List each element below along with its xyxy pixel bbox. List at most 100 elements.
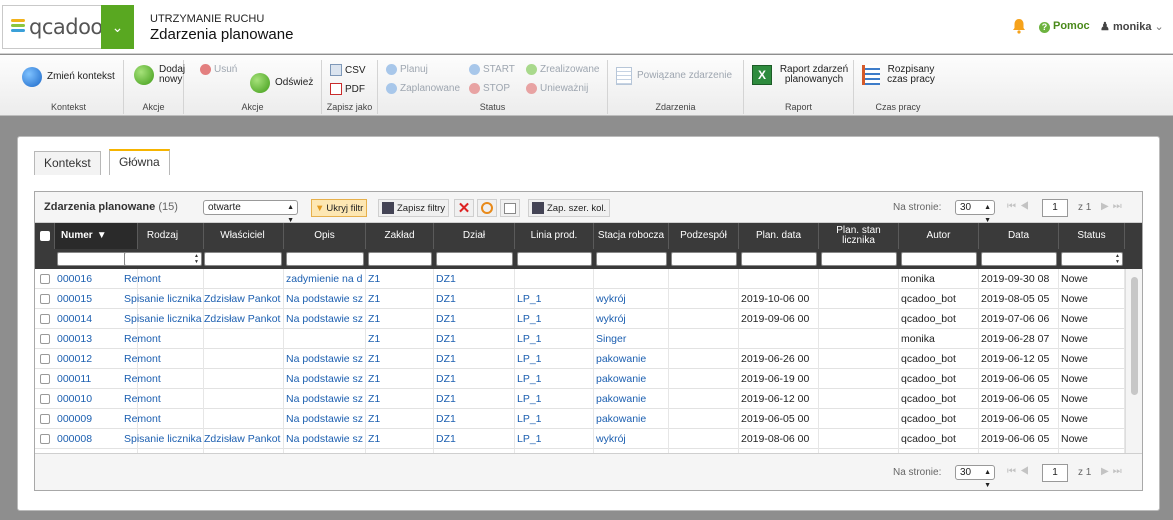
cell-dzial[interactable]: DZ1 bbox=[434, 309, 515, 329]
user-menu[interactable]: ♟ monika ⌄ bbox=[1100, 20, 1164, 33]
next-last-page-icons[interactable]: ▶⏭ bbox=[1101, 201, 1126, 212]
filter-input-zaklad[interactable] bbox=[368, 252, 432, 266]
cell-rodzaj[interactable]: Remont bbox=[122, 369, 204, 389]
cell-stacja-robocza[interactable]: wykrój bbox=[594, 289, 669, 309]
vertical-scrollbar[interactable] bbox=[1125, 269, 1142, 453]
cell-wlasciciel[interactable]: Zdzisław Pankot bbox=[202, 289, 284, 309]
cell-opis[interactable]: Na podstawie sz bbox=[284, 409, 366, 429]
cell-linia-prod[interactable]: LP_1 bbox=[515, 409, 594, 429]
cell-rodzaj[interactable]: Remont bbox=[122, 389, 204, 409]
report-button[interactable]: X Raport zdarzeń planowanych bbox=[752, 65, 850, 85]
stop-button[interactable]: STOP bbox=[469, 83, 510, 94]
add-new-button[interactable]: Dodaj nowy bbox=[134, 65, 187, 85]
row-checkbox[interactable] bbox=[40, 394, 50, 404]
cell-opis[interactable]: Na podstawie sz bbox=[284, 349, 366, 369]
cell-linia-prod[interactable]: LP_1 bbox=[515, 349, 594, 369]
cell-stacja-robocza[interactable]: pakowanie bbox=[594, 389, 669, 409]
column-header-plan-data[interactable]: Plan. data bbox=[739, 223, 819, 249]
cell-dzial[interactable]: DZ1 bbox=[434, 429, 515, 449]
state-filter-select[interactable]: otwarte ▲ ▼ bbox=[203, 200, 298, 224]
cell-dzial[interactable]: DZ1 bbox=[434, 389, 515, 409]
cell-zaklad[interactable]: Z1 bbox=[366, 389, 434, 409]
filter-input-status[interactable]: ▲ ▼ bbox=[1061, 252, 1123, 266]
cell-stacja-robocza[interactable]: pakowanie bbox=[594, 409, 669, 429]
cell-opis[interactable]: Na podstawie sz bbox=[284, 289, 366, 309]
row-checkbox[interactable] bbox=[40, 294, 50, 304]
cell-wlasciciel[interactable] bbox=[202, 389, 284, 409]
cell-opis[interactable]: Na podstawie sz bbox=[284, 309, 366, 329]
column-header-zaklad[interactable]: Zakład bbox=[366, 223, 434, 249]
filter-input-dzial[interactable] bbox=[436, 252, 513, 266]
save-filters-button[interactable]: Zapisz filtry bbox=[378, 199, 450, 217]
cell-rodzaj[interactable]: Remont bbox=[122, 329, 204, 349]
start-button[interactable]: START bbox=[469, 64, 515, 75]
cell-dzial[interactable]: DZ1 bbox=[434, 329, 515, 349]
bell-icon[interactable] bbox=[1011, 18, 1027, 34]
refresh-button[interactable]: Odśwież bbox=[250, 73, 313, 93]
cell-wlasciciel[interactable] bbox=[202, 409, 284, 429]
table-row[interactable]: 000012 Remont Na podstawie sz Z1 DZ1 LP_1 pako… bbox=[35, 349, 1125, 369]
cancel-button[interactable]: Unieważnij bbox=[526, 83, 588, 94]
filter-input-linia-prod[interactable] bbox=[517, 252, 592, 266]
table-row[interactable]: 000011 Remont Na podstawie sz Z1 DZ1 LP_1 pako… bbox=[35, 369, 1125, 389]
done-button[interactable]: Zrealizowane bbox=[526, 64, 599, 75]
cell-wlasciciel[interactable]: Zdzisław Pankot bbox=[202, 429, 284, 449]
cell-dzial[interactable]: DZ1 bbox=[434, 269, 515, 289]
cell-zaklad[interactable]: Z1 bbox=[366, 329, 434, 349]
table-row[interactable]: 000010 Remont Na podstawie sz Z1 DZ1 LP_1 pako… bbox=[35, 389, 1125, 409]
filter-input-rodzaj[interactable]: ▲ ▼ bbox=[124, 252, 202, 266]
clear-filters-icon[interactable]: ✕ bbox=[454, 199, 474, 217]
first-prev-page-icons[interactable]: ⏮◀ bbox=[1007, 201, 1033, 212]
csv-button[interactable]: CSV bbox=[330, 64, 366, 76]
cell-wlasciciel[interactable] bbox=[202, 369, 284, 389]
table-row[interactable]: 000015 Spisanie licznika Zdzisław Pankot Na… bbox=[35, 289, 1125, 309]
row-checkbox[interactable] bbox=[40, 414, 50, 424]
column-header-stacja-robocza[interactable]: Stacja robocza bbox=[594, 223, 669, 249]
cell-opis[interactable]: Na podstawie sz bbox=[284, 369, 366, 389]
delete-button[interactable]: Usuń bbox=[200, 64, 237, 75]
pdf-button[interactable]: PDF bbox=[330, 83, 365, 95]
column-header-linia-prod[interactable]: Linia prod. bbox=[515, 223, 594, 249]
cell-opis[interactable]: Na podstawie sz bbox=[284, 389, 366, 409]
cell-wlasciciel[interactable] bbox=[202, 269, 284, 289]
plan-button[interactable]: Planuj bbox=[386, 64, 428, 75]
table-row[interactable]: 000013 Remont Z1 DZ1 LP_1 Singer monika 2019-06… bbox=[35, 329, 1125, 349]
next-last-page-icons[interactable]: ▶⏭ bbox=[1101, 466, 1126, 477]
tab-context[interactable]: Kontekst bbox=[34, 151, 101, 175]
menu-toggle-button[interactable]: ⌄ bbox=[101, 5, 134, 49]
row-checkbox[interactable] bbox=[40, 314, 50, 324]
cell-zaklad[interactable]: Z1 bbox=[366, 349, 434, 369]
filter-input-plan-data[interactable] bbox=[741, 252, 817, 266]
table-row[interactable]: 000009 Remont Na podstawie sz Z1 DZ1 LP_1 pako… bbox=[35, 409, 1125, 429]
cell-dzial[interactable]: DZ1 bbox=[434, 369, 515, 389]
logo[interactable]: qcadoo ⌄ bbox=[2, 5, 134, 49]
cell-zaklad[interactable]: Z1 bbox=[366, 429, 434, 449]
row-checkbox[interactable] bbox=[40, 374, 50, 384]
cell-linia-prod[interactable]: LP_1 bbox=[515, 369, 594, 389]
cell-zaklad[interactable]: Z1 bbox=[366, 269, 434, 289]
column-header-status[interactable]: Status bbox=[1059, 223, 1125, 249]
cell-opis[interactable]: Na podstawie sz bbox=[284, 429, 366, 449]
column-header-autor[interactable]: Autor bbox=[899, 223, 979, 249]
filter-input-data[interactable] bbox=[981, 252, 1057, 266]
cell-dzial[interactable]: DZ1 bbox=[434, 289, 515, 309]
cell-stacja-robocza[interactable]: wykrój bbox=[594, 429, 669, 449]
schedule-button[interactable]: Rozpisany czas pracy bbox=[862, 65, 936, 85]
column-header-podzespol[interactable]: Podzespół bbox=[669, 223, 739, 249]
hide-filter-button[interactable]: ▼ Ukryj filtr bbox=[311, 199, 368, 217]
cell-rodzaj[interactable]: Spisanie licznika bbox=[122, 289, 204, 309]
per-page-select[interactable]: 30 ▲ ▼ bbox=[955, 200, 995, 224]
columns-icon[interactable] bbox=[500, 199, 520, 217]
row-checkbox[interactable] bbox=[40, 274, 50, 284]
cell-dzial[interactable]: DZ1 bbox=[434, 349, 515, 369]
filter-input-autor[interactable] bbox=[901, 252, 977, 266]
cell-stacja-robocza[interactable]: pakowanie bbox=[594, 369, 669, 389]
cell-linia-prod[interactable]: LP_1 bbox=[515, 429, 594, 449]
cell-rodzaj[interactable]: Remont bbox=[122, 269, 204, 289]
scrollbar-thumb[interactable] bbox=[1131, 277, 1138, 395]
page-input[interactable]: 1 bbox=[1042, 464, 1068, 482]
cell-rodzaj[interactable]: Remont bbox=[122, 409, 204, 429]
cell-opis[interactable] bbox=[284, 329, 366, 349]
cell-zaklad[interactable]: Z1 bbox=[366, 369, 434, 389]
help-link[interactable]: ? Pomoc bbox=[1039, 20, 1090, 33]
